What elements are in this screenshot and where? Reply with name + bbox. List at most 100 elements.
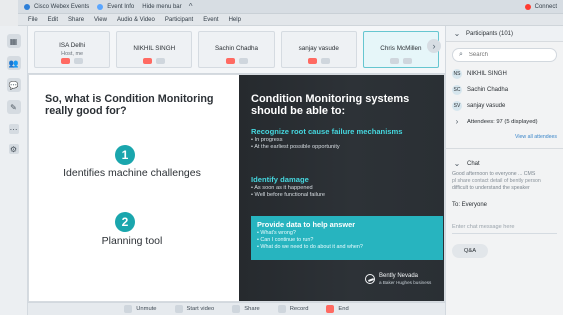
attendees-row[interactable]: › Attendees: 97 (5 displayed) <box>446 114 563 130</box>
hide-menu-bar[interactable]: Hide menu bar ^ <box>142 1 195 11</box>
logo-mark-icon <box>365 274 375 284</box>
view-all-attendees-link[interactable]: View all attendees <box>446 134 563 140</box>
tile-status <box>225 58 248 64</box>
bullet: • As soon as it happened <box>251 185 313 191</box>
participant-row[interactable]: SC Sachin Chadha <box>452 82 557 98</box>
next-participants-button[interactable]: › <box>427 39 441 53</box>
video-camera-icon <box>174 305 183 313</box>
left-sidebar: ▦ 👥 💬 ✎ ⋯ ⚙ <box>0 26 28 315</box>
avatar: NS <box>452 69 462 79</box>
participant-search[interactable]: ⌕ <box>452 48 557 62</box>
slide-left-item-1: Identifies machine challenges <box>63 167 201 179</box>
mic-muted-icon <box>143 58 153 64</box>
share-label: Share <box>244 306 260 312</box>
search-input[interactable] <box>466 51 550 59</box>
shared-slide: So, what is Condition Monitoring really … <box>28 74 445 302</box>
participant-tile[interactable]: sanjay vasude <box>280 31 357 68</box>
titlebar-left: Cisco Webex Events Event Info Hide menu … <box>24 1 196 11</box>
menu-help[interactable]: Help <box>229 17 241 23</box>
logo-text: Bently Nevada <box>379 273 419 279</box>
search-icon: ⌕ <box>459 51 463 58</box>
settings-icon[interactable]: ⚙ <box>8 144 19 154</box>
info-icon <box>97 3 104 10</box>
menu-audio-video[interactable]: Audio & Video <box>117 17 155 23</box>
slide-right-title: Condition Monitoring systems should be a… <box>251 93 410 117</box>
share-icon <box>232 305 241 313</box>
participants-panel-header[interactable]: ⌄ Participants (101) <box>446 26 563 42</box>
menu-edit[interactable]: Edit <box>48 17 58 23</box>
callout-header: Provide data to help answer <box>257 220 356 229</box>
chat-to-row[interactable]: To: Everyone <box>446 198 563 212</box>
chat-message: difficult to understand the speaker <box>452 185 530 191</box>
logo-text-wrap: Bently Nevada a Baker Hughes business <box>379 273 431 285</box>
participant-tile[interactable]: Sachin Chadha <box>198 31 275 68</box>
tile-status <box>389 58 412 64</box>
camera-icon <box>238 58 248 64</box>
participant-name: NIKHIL SINGH <box>133 45 176 52</box>
menu-view[interactable]: View <box>94 17 107 23</box>
right-panel: ⌄ Participants (101) ⌕ NS NIKHIL SINGH S… <box>445 26 563 315</box>
menu-event[interactable]: Event <box>203 17 218 23</box>
slide-section-damage: Identify damage • As soon as it happened… <box>251 175 437 199</box>
participant-subtitle: Host, me <box>61 51 84 57</box>
titlebar: Cisco Webex Events Event Info Hide menu … <box>18 0 563 14</box>
grid-icon[interactable]: ▦ <box>6 34 21 48</box>
end-button[interactable]: End <box>326 305 349 313</box>
section-header: Identify damage <box>251 175 309 184</box>
mic-muted-icon <box>225 58 235 64</box>
titlebar-right: Connect <box>524 3 557 10</box>
bottom-toolbar: Unmute Start video Share Record End <box>28 302 445 315</box>
chevron-right-icon: › <box>455 117 459 126</box>
menubar: File Edit Share View Audio & Video Parti… <box>18 14 563 26</box>
more-icon[interactable]: ⋯ <box>8 124 19 134</box>
record-button[interactable]: Record <box>277 305 308 313</box>
bullet: • What do we need to do about it and whe… <box>257 244 363 250</box>
logo-subtext: a Baker Hughes business <box>379 280 432 285</box>
qa-button[interactable]: Q&A <box>452 244 488 258</box>
chevron-down-icon: ⌄ <box>453 159 461 168</box>
people-icon[interactable]: 👥 <box>6 56 21 70</box>
participant-name: Chris McMillen <box>380 45 422 52</box>
bently-nevada-logo: Bently Nevada a Baker Hughes business <box>365 273 431 285</box>
share-button[interactable]: Share <box>232 305 260 313</box>
bullet: • What's wrong? <box>257 230 296 236</box>
start-video-button[interactable]: Start video <box>174 305 215 313</box>
mic-muted-icon <box>307 58 317 64</box>
tile-status <box>143 58 166 64</box>
slide-right-panel: Condition Monitoring systems should be a… <box>239 75 444 301</box>
bullet: • At the earliest possible opportunity <box>251 144 340 150</box>
app-title[interactable]: Cisco Webex Events <box>24 3 90 10</box>
section-bullets: • In progress • At the earliest possible… <box>251 137 437 151</box>
menu-file[interactable]: File <box>28 17 38 23</box>
participant-row[interactable]: NS NIKHIL SINGH <box>452 66 557 82</box>
event-info[interactable]: Event Info <box>97 3 134 10</box>
microphone-icon <box>124 305 133 313</box>
chat-icon[interactable]: 💬 <box>6 78 21 92</box>
unmute-button[interactable]: Unmute <box>124 305 157 313</box>
chat-panel-header[interactable]: ⌄ Chat <box>446 157 563 171</box>
mic-icon <box>389 58 399 64</box>
menu-participant[interactable]: Participant <box>165 17 193 23</box>
chat-message: pl share contact detail of bently person <box>452 178 541 184</box>
participant-row-name: Sachin Chadha <box>467 87 509 93</box>
callout-box: Provide data to help answer • What's wro… <box>251 216 443 260</box>
bullet: • In progress <box>251 137 283 143</box>
slide-left-item-2: Planning tool <box>101 235 163 247</box>
camera-icon <box>74 58 84 64</box>
shared-content-stage: So, what is Condition Monitoring really … <box>28 74 445 302</box>
chat-input[interactable]: Enter chat message here <box>452 220 557 234</box>
number-badge: 2 <box>115 212 135 232</box>
notes-icon[interactable]: ✎ <box>6 100 21 114</box>
participant-tile[interactable]: NIKHIL SINGH <box>116 31 193 68</box>
menu-share[interactable]: Share <box>68 17 84 23</box>
participant-video-strip: ISA Delhi Host, me NIKHIL SINGH Sachin C… <box>28 26 445 74</box>
hide-menu-bar-text: Hide menu bar <box>142 3 182 10</box>
chat-messages: Good afternoon to everyone ... CMS pl sh… <box>446 171 563 192</box>
participant-row[interactable]: SV sanjay vasude <box>452 98 557 114</box>
participants-title: Participants (101) <box>466 30 514 37</box>
start-video-label: Start video <box>186 306 215 312</box>
chevron-up-icon: ^ <box>188 1 193 11</box>
section-bullets: • As soon as it happened • Well before f… <box>251 185 437 199</box>
participant-tile[interactable]: ISA Delhi Host, me <box>34 31 111 68</box>
app-title-text: Cisco Webex Events <box>34 3 90 10</box>
